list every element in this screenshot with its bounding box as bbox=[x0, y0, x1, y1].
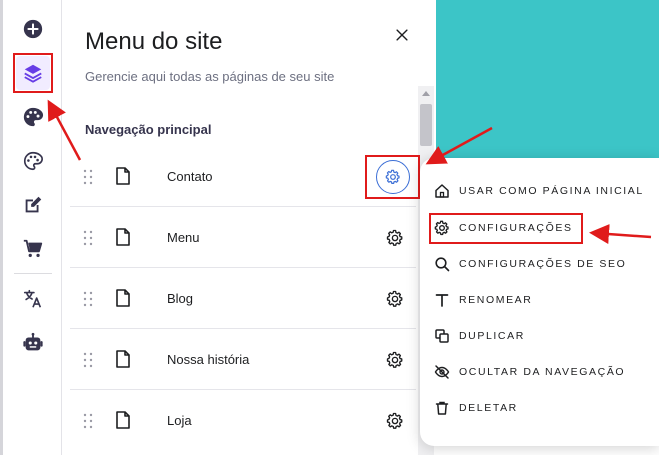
close-icon bbox=[396, 29, 408, 41]
page-label: Loja bbox=[167, 413, 192, 428]
menu-item-label: OCULTAR DA NAVEGAÇÃO bbox=[459, 366, 626, 378]
trash-icon bbox=[435, 401, 449, 415]
page-row-nossa-historia[interactable]: Nossa história bbox=[70, 330, 416, 390]
page-icon bbox=[116, 228, 130, 246]
gear-icon[interactable] bbox=[386, 290, 404, 308]
scroll-up-arrow[interactable] bbox=[422, 91, 430, 96]
palette-outline-icon bbox=[24, 151, 43, 171]
annotation-box-gear bbox=[365, 155, 420, 199]
close-button[interactable] bbox=[392, 25, 412, 45]
gear-icon[interactable] bbox=[386, 229, 404, 247]
site-preview bbox=[436, 0, 659, 160]
eye-off-icon bbox=[434, 365, 450, 379]
page-row-loja[interactable]: Loja bbox=[70, 391, 416, 451]
add-element-button[interactable] bbox=[16, 12, 50, 46]
menu-item-set-homepage[interactable]: USAR COMO PÁGINA INICIAL bbox=[434, 179, 644, 203]
page-label: Nossa história bbox=[167, 352, 250, 367]
panel-title: Menu do site bbox=[85, 28, 223, 55]
page-row-blog[interactable]: Blog bbox=[70, 269, 416, 329]
panel-subtitle: Gerencie aqui todas as páginas de seu si… bbox=[85, 69, 335, 84]
home-icon bbox=[435, 184, 449, 198]
menu-item-label: USAR COMO PÁGINA INICIAL bbox=[459, 185, 644, 197]
translate-button[interactable] bbox=[16, 282, 50, 316]
menu-item-rename[interactable]: RENOMEAR bbox=[434, 288, 532, 312]
menu-item-label: CONFIGURAÇÕES DE SEO bbox=[459, 258, 627, 270]
menu-item-seo-settings[interactable]: CONFIGURAÇÕES DE SEO bbox=[434, 252, 626, 276]
page-label: Menu bbox=[167, 230, 200, 245]
ai-assistant-button[interactable] bbox=[16, 326, 50, 360]
scroll-thumb[interactable] bbox=[420, 104, 432, 146]
page-icon bbox=[116, 167, 130, 185]
gear-icon[interactable] bbox=[386, 412, 404, 430]
translate-icon bbox=[23, 289, 42, 308]
rail-edge bbox=[0, 0, 3, 455]
menu-item-label: DUPLICAR bbox=[459, 330, 525, 342]
page-row-menu[interactable]: Menu bbox=[70, 208, 416, 268]
page-icon bbox=[116, 289, 130, 307]
search-icon bbox=[435, 257, 450, 272]
menu-item-duplicate[interactable]: DUPLICAR bbox=[434, 324, 525, 348]
edit-button[interactable] bbox=[16, 188, 50, 222]
menu-item-hide-from-navigation[interactable]: OCULTAR DA NAVEGAÇÃO bbox=[434, 360, 625, 384]
robot-icon bbox=[23, 332, 43, 351]
page-label: Contato bbox=[167, 169, 213, 184]
drag-handle-icon[interactable] bbox=[83, 291, 93, 307]
page-context-menu: USAR COMO PÁGINA INICIAL CONFIGURAÇÕES C… bbox=[420, 158, 659, 446]
page-label: Blog bbox=[167, 291, 194, 306]
site-menu-panel: Menu do site Gerencie aqui todas as pági… bbox=[62, 0, 436, 455]
duplicate-icon bbox=[435, 329, 449, 343]
store-button[interactable] bbox=[16, 232, 50, 266]
drag-handle-icon[interactable] bbox=[83, 413, 93, 429]
drag-handle-icon[interactable] bbox=[83, 230, 93, 246]
section-title: Navegação principal bbox=[85, 122, 212, 137]
add-icon bbox=[23, 19, 43, 39]
page-icon bbox=[116, 411, 130, 429]
cart-icon bbox=[23, 239, 43, 258]
drag-handle-icon[interactable] bbox=[83, 169, 93, 185]
menu-item-label: RENOMEAR bbox=[459, 294, 533, 306]
edit-icon bbox=[25, 196, 42, 213]
drag-handle-icon[interactable] bbox=[83, 352, 93, 368]
annotation-box-layers bbox=[13, 53, 53, 93]
page-icon bbox=[116, 350, 130, 368]
annotation-box-settings bbox=[429, 213, 583, 244]
colors-button[interactable] bbox=[16, 144, 50, 178]
gear-icon[interactable] bbox=[386, 351, 404, 369]
menu-item-label: DELETAR bbox=[459, 402, 518, 414]
menu-item-delete[interactable]: DELETAR bbox=[434, 396, 518, 420]
palette-icon bbox=[23, 107, 44, 127]
rail-divider bbox=[14, 273, 52, 274]
styles-button[interactable] bbox=[16, 100, 50, 134]
text-icon bbox=[435, 294, 449, 307]
